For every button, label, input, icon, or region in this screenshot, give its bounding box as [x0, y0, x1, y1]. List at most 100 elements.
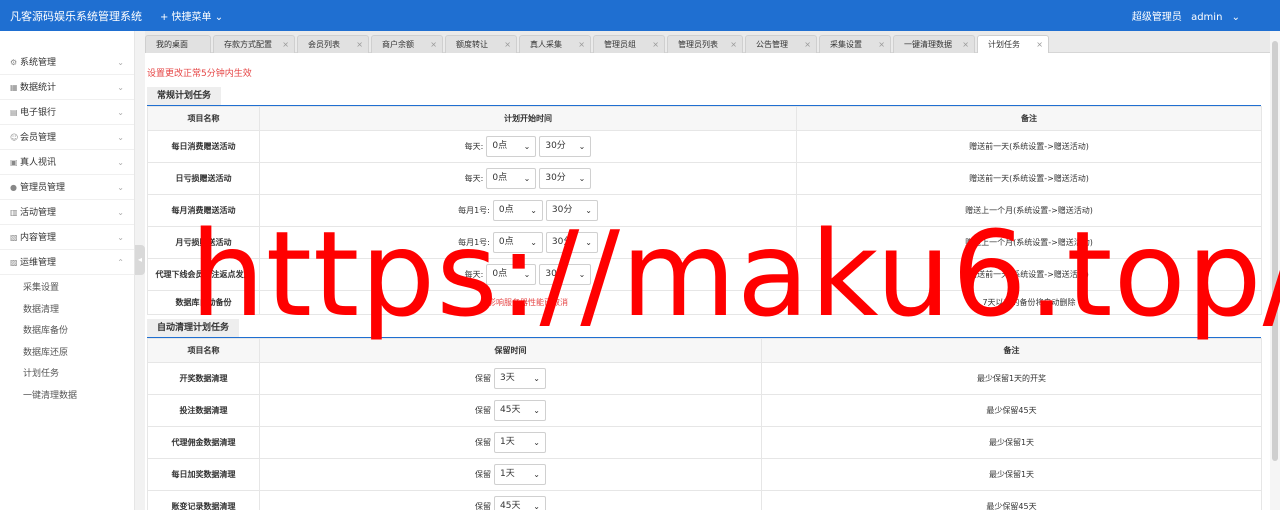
submenu-collect-settings[interactable]: 采集设置 — [0, 278, 134, 300]
retention-select[interactable]: 45天 ⌄ — [494, 400, 546, 421]
tab-collect-settings[interactable]: 采集设置 × — [819, 35, 891, 53]
user-icon: ☺ — [10, 133, 19, 142]
submenu-data-cleanup[interactable]: 数据清理 — [0, 300, 134, 322]
submenu-one-click-cleanup[interactable]: 一键清理数据 — [0, 386, 134, 408]
retention-cell: 保留 1天 ⌄ — [259, 426, 762, 459]
sidebar-collapse-handle[interactable]: ◂ — [135, 245, 145, 275]
sidebar-item-system[interactable]: ⚙ 系统管理 ⌄ — [0, 50, 134, 75]
gear-icon: ⚙ — [10, 58, 18, 67]
sidebar-item-stats[interactable]: ▦ 数据统计 ⌄ — [0, 75, 134, 100]
retention-select[interactable]: 45天 ⌄ — [494, 496, 546, 510]
chevron-down-icon: ⌄ — [533, 406, 540, 415]
sidebar-item-activity[interactable]: ▥ 活动管理 ⌄ — [0, 200, 134, 225]
sidebar-item-content[interactable]: ▧ 内容管理 ⌄ — [0, 225, 134, 250]
close-icon[interactable]: × — [430, 36, 437, 53]
cleanup-note: 最少保留1天 — [761, 426, 1262, 459]
user-menu[interactable]: 超级管理员 admin ⌄ — [1126, 8, 1240, 23]
task-note: 赠送前一天(系统设置->赠送活动) — [796, 130, 1262, 163]
cleanup-name: 每日加奖数据清理 — [147, 458, 260, 491]
close-icon[interactable]: × — [804, 36, 811, 53]
cleanup-name: 投注数据清理 — [147, 394, 260, 427]
sidebar-item-ops[interactable]: ▨ 运维管理 ⌃ — [0, 250, 134, 275]
close-icon[interactable]: × — [282, 36, 289, 53]
chevron-down-icon: ⌄ — [117, 133, 124, 142]
chevron-down-icon: ⌄ — [214, 12, 224, 23]
tab-announcements[interactable]: 公告管理 × — [745, 35, 817, 53]
minute-select[interactable]: 30分 ⌄ — [539, 136, 592, 157]
sidebar-item-members[interactable]: ☺ 会员管理 ⌄ — [0, 125, 134, 150]
user-role: 超级管理员 — [1131, 12, 1182, 23]
close-icon[interactable]: × — [578, 36, 585, 53]
chevron-down-icon: ⌄ — [533, 502, 540, 510]
close-icon[interactable]: × — [1036, 36, 1043, 53]
chevron-down-icon: ⌄ — [578, 174, 586, 183]
retention-select[interactable]: 1天 ⌄ — [494, 432, 546, 453]
hour-select[interactable]: 0点 ⌄ — [486, 168, 537, 189]
task-name: 日亏损赠送活动 — [147, 162, 260, 195]
submenu-db-backup[interactable]: 数据库备份 — [0, 321, 134, 343]
cleanup-tasks-table: 项目名称 保留时间 备注 开奖数据清理 保留 3天 ⌄ 最少保留1天的开奖 投注数据… — [147, 338, 1262, 510]
admin-icon: ● — [10, 183, 17, 192]
cleanup-name: 账变记录数据清理 — [147, 490, 260, 510]
table-row: 账变记录数据清理 保留 45天 ⌄ 最少保留45天 — [147, 490, 1262, 510]
retention-cell: 保留 3天 ⌄ — [259, 362, 762, 395]
retention-select[interactable]: 3天 ⌄ — [494, 368, 546, 389]
close-icon[interactable]: × — [730, 36, 737, 53]
tab-one-click-cleanup[interactable]: 一键清理数据 × — [893, 35, 975, 53]
sidebar-item-admins[interactable]: ● 管理员管理 ⌄ — [0, 175, 134, 200]
chevron-down-icon: ⌄ — [117, 108, 124, 117]
tab-admin-list[interactable]: 管理员列表 × — [667, 35, 743, 53]
table-row: 日亏损赠送活动 每天: 0点 ⌄ 30分 ⌄ 赠送前一天(系统设置->赠送活动) — [147, 162, 1262, 195]
chevron-down-icon: ⌄ — [523, 142, 531, 151]
chevron-down-icon: ⌄ — [533, 438, 540, 447]
tab-admin-groups[interactable]: 管理员组 × — [593, 35, 665, 53]
column-header: 计划开始时间 — [259, 106, 797, 131]
table-header-row: 项目名称 计划开始时间 备注 — [147, 106, 1262, 131]
submenu-scheduled-tasks[interactable]: 计划任务 — [0, 364, 134, 386]
cleanup-name: 开奖数据清理 — [147, 362, 260, 395]
username: admin — [1191, 12, 1223, 23]
chevron-down-icon: ⌄ — [578, 142, 586, 151]
column-header: 项目名称 — [147, 106, 260, 131]
tab-merchant-balance[interactable]: 商户余额 × — [371, 35, 443, 53]
close-icon[interactable]: × — [356, 36, 363, 53]
section-title-regular: 常规计划任务 — [147, 87, 222, 105]
submenu-db-restore[interactable]: 数据库还原 — [0, 343, 134, 365]
task-name: 每日消费赠送活动 — [147, 130, 260, 163]
tab-deposit-config[interactable]: 存款方式配置 × — [213, 35, 295, 53]
close-icon[interactable]: × — [878, 36, 885, 53]
chevron-down-icon: ⌄ — [117, 183, 124, 192]
top-bar: 凡客源码娱乐系统管理系统 + 快捷菜单 ⌄ 超级管理员 admin ⌄ — [0, 0, 1280, 31]
close-icon[interactable]: × — [652, 36, 659, 53]
chart-icon: ▦ — [10, 83, 18, 92]
table-row: 开奖数据清理 保留 3天 ⌄ 最少保留1天的开奖 — [147, 362, 1262, 395]
minute-select[interactable]: 30分 ⌄ — [539, 168, 592, 189]
tab-live-collect[interactable]: 真人采集 × — [519, 35, 591, 53]
chevron-down-icon: ⌄ — [117, 58, 124, 67]
tab-member-list[interactable]: 会员列表 × — [297, 35, 369, 53]
cleanup-note: 最少保留1天的开奖 — [761, 362, 1262, 395]
calendar-icon: ▥ — [10, 208, 18, 217]
tab-desktop[interactable]: 我的桌面 — [145, 35, 211, 53]
close-icon[interactable]: × — [504, 36, 511, 53]
close-icon[interactable]: × — [962, 36, 969, 53]
table-row: 每日加奖数据清理 保留 1天 ⌄ 最少保留1天 — [147, 458, 1262, 491]
tab-scheduled-tasks[interactable]: 计划任务 × — [977, 35, 1049, 53]
table-row: 投注数据清理 保留 45天 ⌄ 最少保留45天 — [147, 394, 1262, 427]
chevron-down-icon: ⌄ — [523, 174, 531, 183]
tab-credit-transfer[interactable]: 额度转让 × — [445, 35, 517, 53]
chevron-down-icon: ⌄ — [117, 208, 124, 217]
content-icon: ▧ — [10, 233, 18, 242]
chevron-down-icon: ⌄ — [117, 83, 124, 92]
hour-select[interactable]: 0点 ⌄ — [486, 136, 537, 157]
cleanup-note: 最少保留1天 — [761, 458, 1262, 491]
chevron-down-icon: ⌄ — [1231, 12, 1240, 23]
cleanup-name: 代理佣金数据清理 — [147, 426, 260, 459]
sidebar-item-ebank[interactable]: ▤ 电子银行 ⌄ — [0, 100, 134, 125]
quick-menu-button[interactable]: + 快捷菜单 ⌄ — [160, 8, 223, 23]
sidebar-item-live[interactable]: ▣ 真人视讯 ⌄ — [0, 150, 134, 175]
retention-cell: 保留 1天 ⌄ — [259, 458, 762, 491]
table-row: 每日消费赠送活动 每天: 0点 ⌄ 30分 ⌄ 赠送前一天(系统设置->赠送活动) — [147, 130, 1262, 163]
chevron-down-icon: ⌄ — [533, 374, 540, 383]
retention-select[interactable]: 1天 ⌄ — [494, 464, 546, 485]
